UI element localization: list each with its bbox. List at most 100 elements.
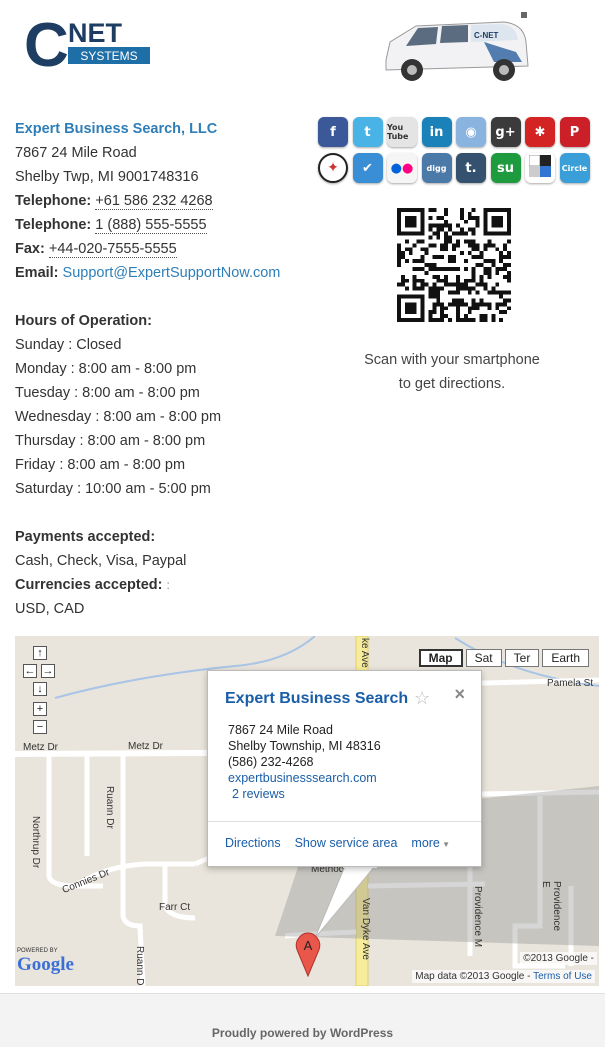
stumbleupon-icon[interactable]: su xyxy=(490,153,521,183)
facebook-icon[interactable]: f xyxy=(318,117,348,147)
maps-icon[interactable]: ◉ xyxy=(456,117,486,147)
fax-row: Fax: +44-020-7555-5555 xyxy=(15,237,315,261)
tumblr-icon[interactable]: t. xyxy=(456,153,486,183)
hours-title: Hours of Operation: xyxy=(15,313,152,329)
qr-code xyxy=(397,208,511,322)
star-icon[interactable]: ☆ xyxy=(414,688,430,709)
more-label: more xyxy=(411,836,440,850)
telephone-row-1: Telephone: +61 586 232 4268 xyxy=(15,189,315,213)
email-label: Email: xyxy=(15,265,59,281)
pan-up-icon[interactable]: ↑ xyxy=(33,646,47,660)
hours-day: Sunday : Closed xyxy=(15,337,122,353)
telephone-label: Telephone: xyxy=(15,217,92,233)
more-link[interactable]: more ▼ xyxy=(411,836,450,850)
twitter-icon[interactable]: t xyxy=(352,117,383,147)
info-phone: (586) 232-4268 xyxy=(228,755,314,769)
c-net-logo[interactable]: C NET SYSTEMS xyxy=(24,11,154,80)
email-link[interactable]: Support@ExpertSupportNow.com xyxy=(63,265,281,281)
info-window: Expert Business Search ☆ × 7867 24 Mile … xyxy=(207,670,482,867)
map-type-ter[interactable]: Ter xyxy=(504,649,540,667)
info-address-1: 7867 24 Mile Road xyxy=(228,723,333,737)
business-city: Shelby Twp, MI 9001748316 xyxy=(15,169,199,185)
map-data-label: Map data ©2013 Google - xyxy=(415,971,531,982)
hours-day: Thursday : 8:00 am - 8:00 pm xyxy=(15,433,206,449)
yelp-icon[interactable]: ✱ xyxy=(525,117,555,147)
payments-title: Payments accepted: xyxy=(15,529,156,545)
info-reviews-link[interactable]: 2 reviews xyxy=(228,786,381,802)
map-type-control: Map Sat Ter Earth xyxy=(416,649,589,667)
info-address-2: Shelby Township, MI 48316 xyxy=(228,739,381,753)
telephone-1[interactable]: +61 586 232 4268 xyxy=(95,193,213,210)
street-label: Northrup Dr xyxy=(30,816,41,869)
zoom-out-icon[interactable]: − xyxy=(33,720,47,734)
hours-day: Tuesday : 8:00 am - 8:00 pm xyxy=(15,385,200,401)
zoom-in-icon[interactable]: + xyxy=(33,702,47,716)
info-website-link[interactable]: expertbusinesssearch.com xyxy=(228,770,381,786)
map-marker-icon[interactable]: A xyxy=(295,932,321,978)
google-plus-icon[interactable]: g+ xyxy=(490,117,521,147)
google-logo[interactable]: POWERED BY Google xyxy=(17,948,74,976)
chevron-down-icon: ▼ xyxy=(439,840,451,849)
close-icon[interactable]: × xyxy=(454,684,465,705)
info-window-actions: Directions Show service area more ▼ xyxy=(208,821,481,850)
marker-label: A xyxy=(304,938,313,953)
pan-left-icon[interactable]: ← xyxy=(23,664,37,678)
fax-number[interactable]: +44-020-7555-5555 xyxy=(48,241,177,258)
pan-right-icon[interactable]: → xyxy=(41,664,55,678)
payment-methods: Cash, Check, Visa, Paypal xyxy=(15,553,187,569)
email-row: Email: Support@ExpertSupportNow.com xyxy=(15,261,315,285)
currencies: USD, CAD xyxy=(15,601,85,617)
currencies-title: Currencies accepted: xyxy=(15,577,163,593)
logo-sub: SYSTEMS xyxy=(80,49,137,63)
linkedin-icon[interactable]: in xyxy=(421,117,452,147)
map-type-sat[interactable]: Sat xyxy=(465,649,502,667)
directions-link[interactable]: Directions xyxy=(225,836,281,850)
pan-down-icon[interactable]: ↓ xyxy=(33,682,47,696)
street-label: Metz Dr xyxy=(128,741,163,752)
circle-icon[interactable]: Circle xyxy=(559,153,590,183)
frog-icon[interactable]: ✦ xyxy=(318,153,348,183)
powered-by-wordpress[interactable]: Proudly powered by WordPress xyxy=(212,1026,393,1040)
currencies-row: Currencies accepted: : xyxy=(15,573,315,597)
site-footer: Proudly powered by WordPress xyxy=(0,993,605,1047)
hours-day: Wednesday : 8:00 am - 8:00 pm xyxy=(15,409,222,425)
hours-day: Monday : 8:00 am - 8:00 pm xyxy=(15,361,197,377)
qr-caption-line-1: Scan with your smartphone xyxy=(364,352,540,368)
map-data-attribution: Map data ©2013 Google - Terms of Use xyxy=(412,970,595,983)
street-label: Providence M xyxy=(472,886,483,948)
van-image: C-NET xyxy=(376,12,532,88)
google-wordmark: Google xyxy=(17,954,74,975)
pinterest-icon[interactable]: P xyxy=(559,117,590,147)
flickr-icon[interactable]: ●● xyxy=(387,153,417,183)
hours-day: Friday : 8:00 am - 8:00 pm xyxy=(15,457,186,473)
map-type-map[interactable]: Map xyxy=(418,649,463,667)
hours-day: Saturday : 10:00 am - 5:00 pm xyxy=(15,481,211,497)
street-label: Providence E xyxy=(540,881,562,932)
digg-icon[interactable]: digg xyxy=(421,153,452,183)
info-window-title[interactable]: Expert Business Search xyxy=(225,690,408,708)
street-label: Metz Dr xyxy=(23,742,58,753)
business-name[interactable]: Expert Business Search, LLC xyxy=(15,117,315,141)
qr-caption: Scan with your smartphone to get directi… xyxy=(352,348,552,396)
google-map[interactable]: Metz Dr Metz Dr Pamela St Northrup Dr Ru… xyxy=(15,636,599,986)
street-label: ke Ave xyxy=(359,638,370,668)
delicious-icon[interactable] xyxy=(525,153,555,183)
terms-of-use-link[interactable]: Terms of Use xyxy=(533,971,592,982)
business-info: Expert Business Search, LLC 7867 24 Mile… xyxy=(15,117,315,621)
qr-caption-line-2: to get directions. xyxy=(398,376,506,392)
telephone-2[interactable]: 1 (888) 555-5555 xyxy=(95,217,207,234)
currencies-colon: : xyxy=(166,578,170,592)
info-window-body: 7867 24 Mile Road Shelby Township, MI 48… xyxy=(228,722,381,802)
logo-word: NET xyxy=(68,18,123,48)
youtube-icon[interactable]: You Tube xyxy=(387,117,417,147)
map-type-earth[interactable]: Earth xyxy=(542,649,589,667)
street-label: Ruann Dr xyxy=(104,786,115,829)
telephone-label: Telephone: xyxy=(15,193,92,209)
telephone-row-2: Telephone: 1 (888) 555-5555 xyxy=(15,213,315,237)
copyright: ©2013 Google - xyxy=(520,952,597,965)
foursquare-icon[interactable]: ✔ xyxy=(352,153,383,183)
street-label: Pamela St xyxy=(547,678,594,689)
social-icons: f t You Tube in ◉ g+ ✱ P ✦ ✔ ●● digg t. su Circle xyxy=(318,117,590,183)
service-area-link[interactable]: Show service area xyxy=(295,836,398,850)
business-street: 7867 24 Mile Road xyxy=(15,145,137,161)
